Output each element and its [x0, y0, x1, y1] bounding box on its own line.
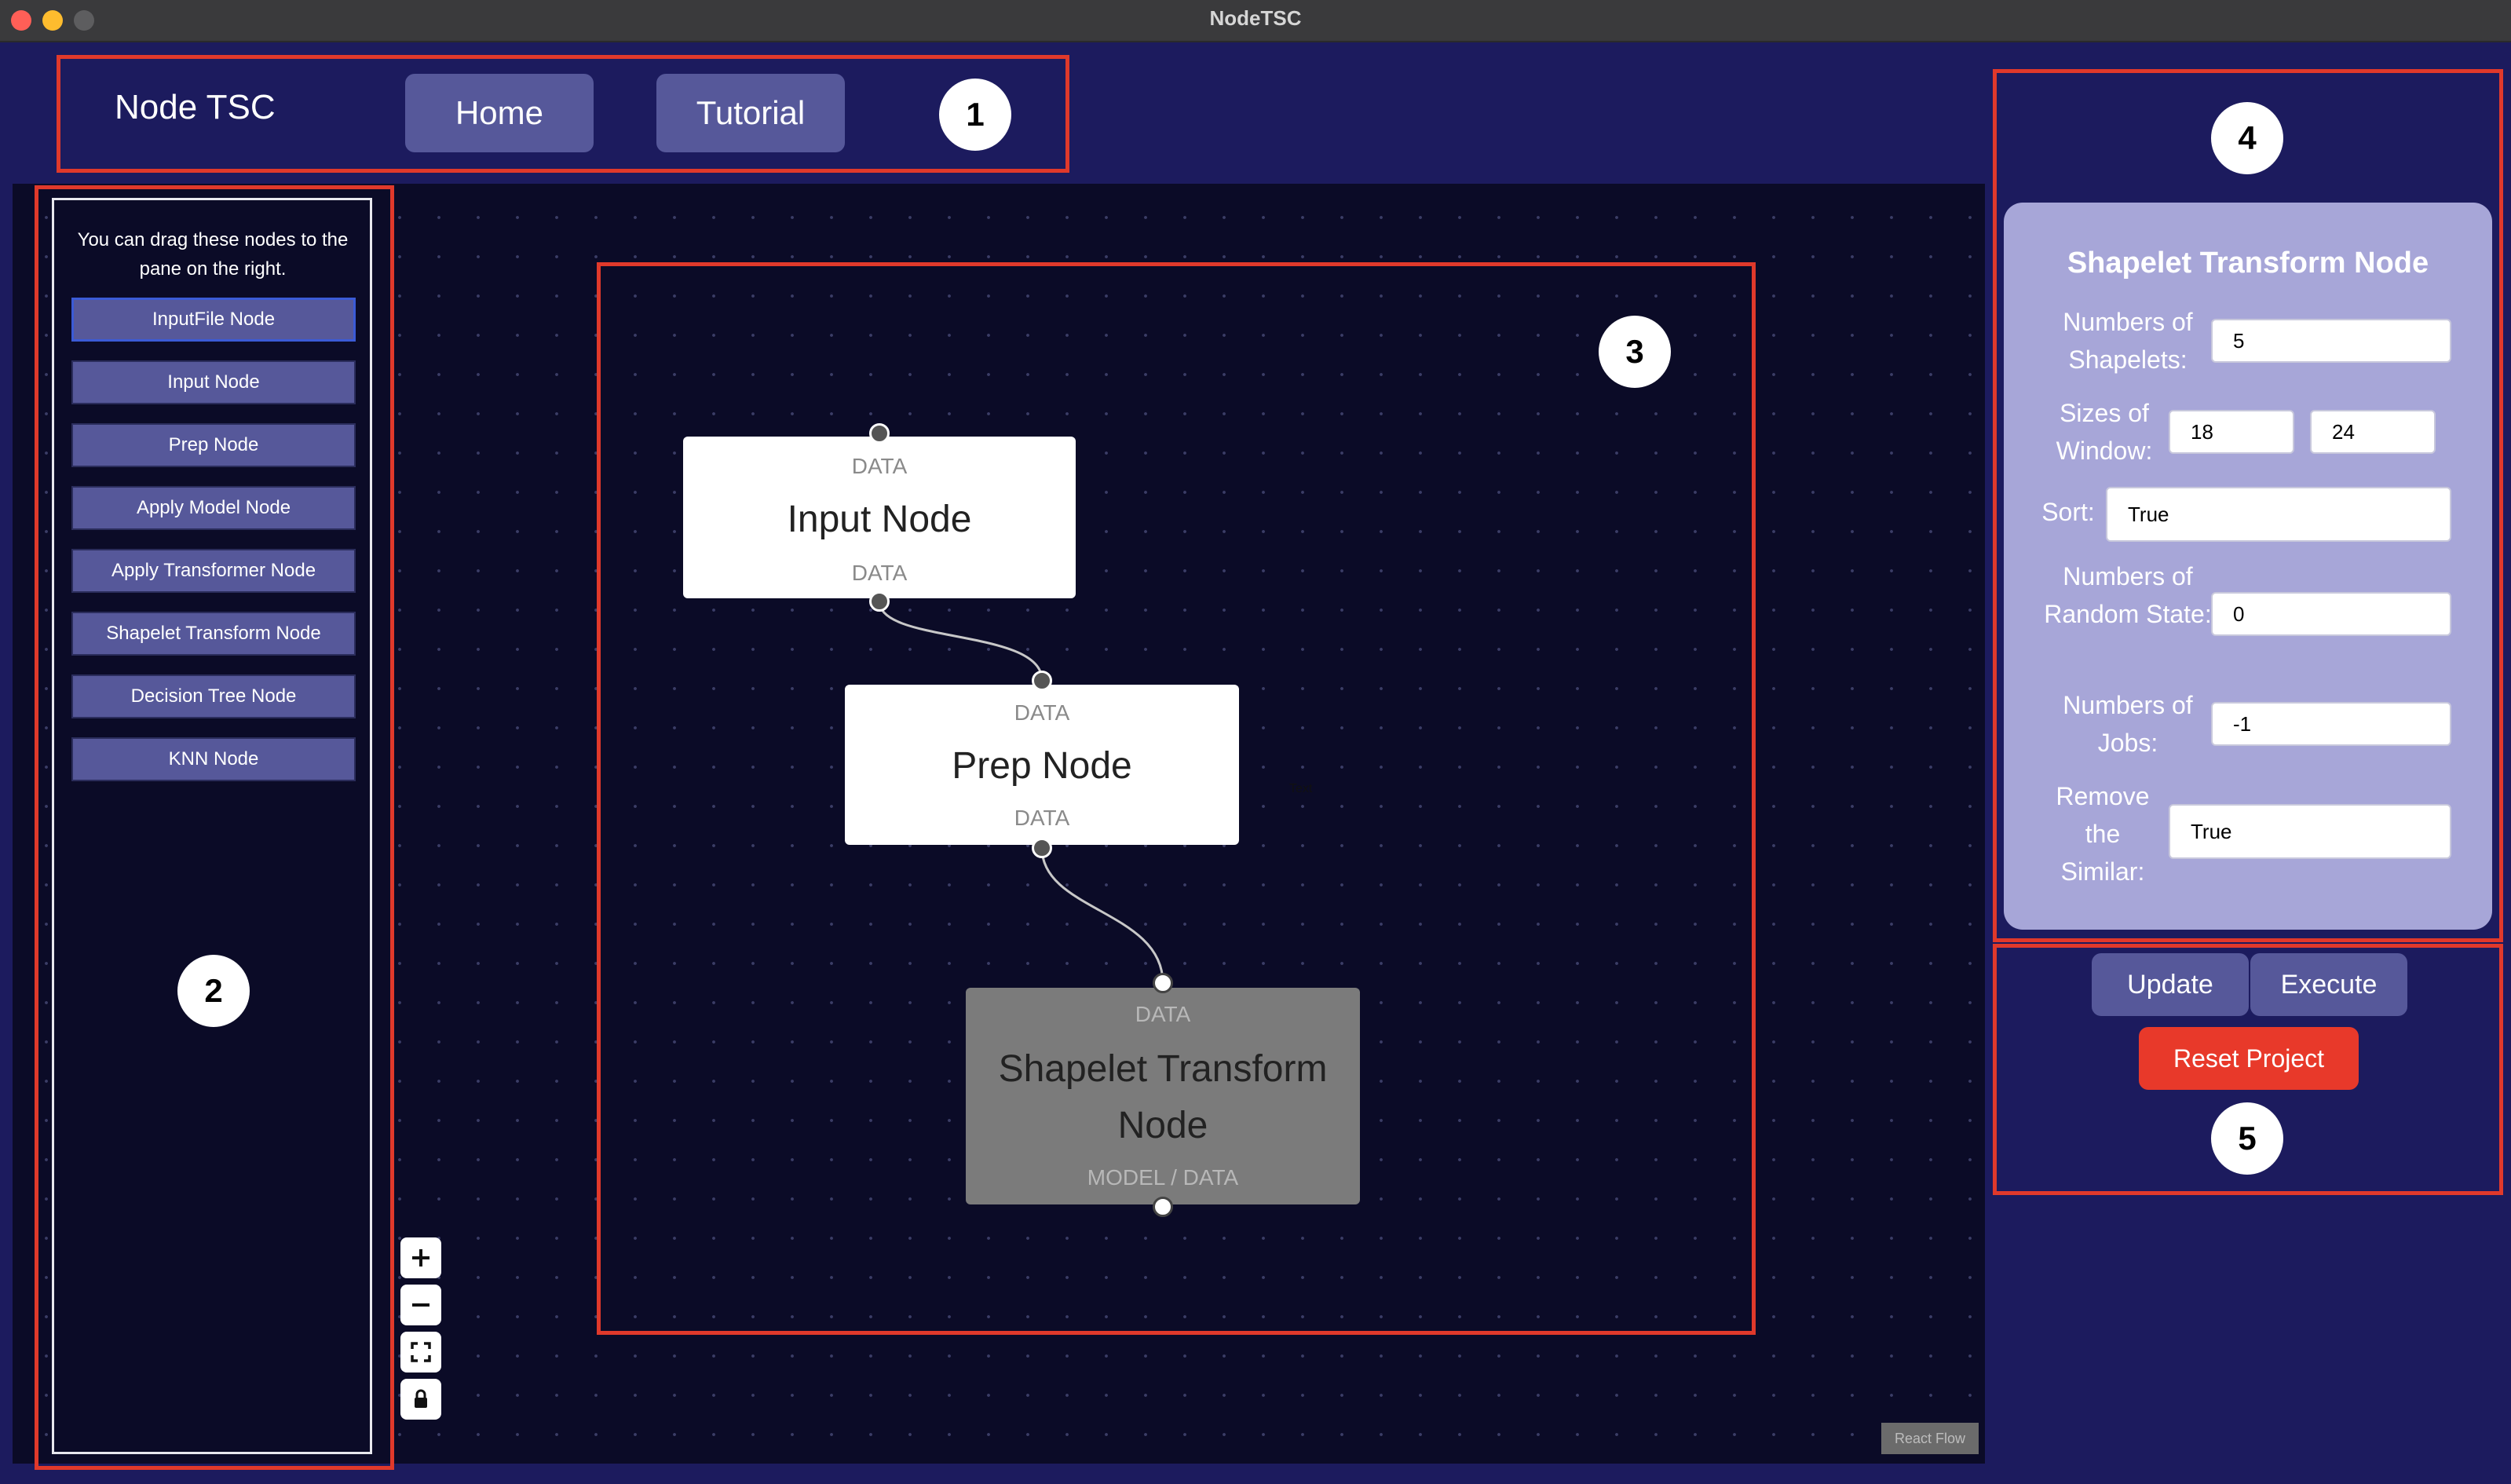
annotation-marker-5: 5 [2211, 1102, 2283, 1175]
annotation-box-4 [1993, 69, 2503, 942]
zoom-out-button[interactable] [400, 1285, 441, 1325]
annotation-marker-1: 1 [939, 79, 1011, 151]
annotation-box-1 [57, 55, 1069, 173]
annotation-box-2 [35, 185, 394, 1470]
minus-icon [412, 1303, 429, 1307]
zoom-in-button[interactable] [400, 1237, 441, 1278]
annotation-marker-3: 3 [1599, 316, 1671, 388]
lock-button[interactable] [400, 1379, 441, 1420]
lock-icon [415, 1389, 427, 1408]
react-flow-attribution[interactable]: React Flow [1881, 1423, 1979, 1454]
annotation-marker-4: 4 [2211, 102, 2283, 174]
fit-view-icon [411, 1342, 431, 1362]
fit-view-button[interactable] [400, 1332, 441, 1373]
annotation-box-3 [597, 262, 1756, 1335]
annotation-marker-2: 2 [177, 955, 250, 1027]
plus-icon [412, 1249, 429, 1267]
